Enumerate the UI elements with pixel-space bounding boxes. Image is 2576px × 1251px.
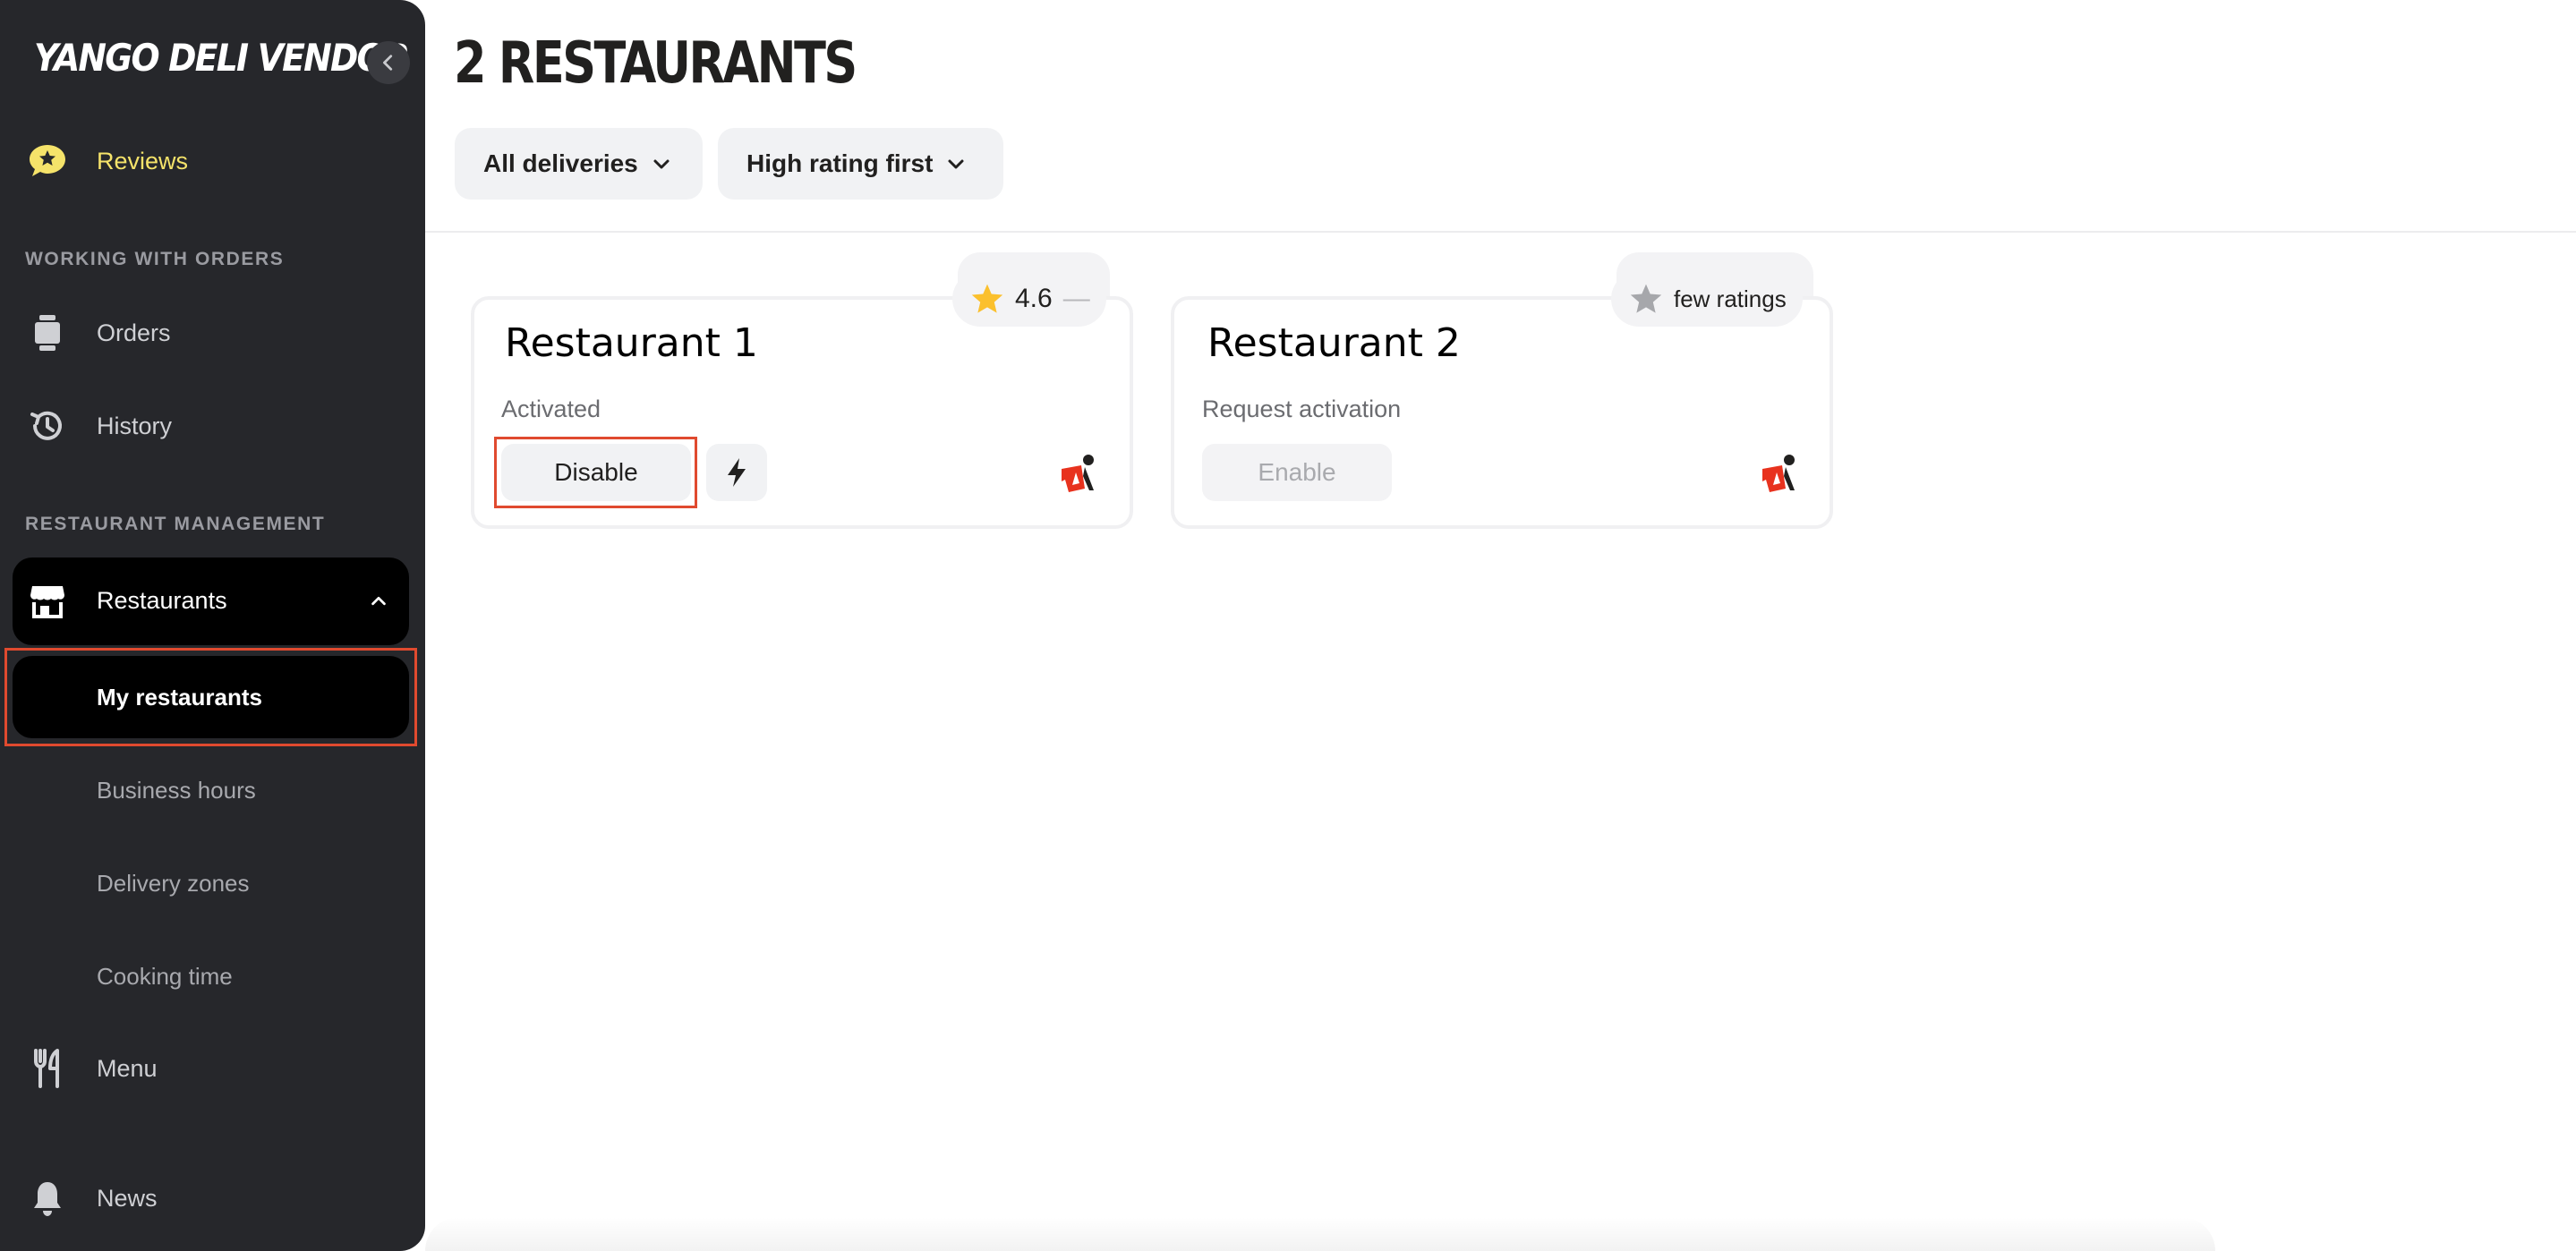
page-title: 2 RESTAURANTS <box>454 30 857 97</box>
restaurant-status: Activated <box>501 396 601 422</box>
collapse-sidebar-button[interactable] <box>367 41 410 84</box>
bottom-shadow <box>425 1217 2215 1251</box>
dropdown-label: High rating first <box>746 149 934 177</box>
delivery-filter-dropdown[interactable]: All deliveries <box>455 128 703 200</box>
sidebar-item-business-hours[interactable]: Business hours <box>13 749 409 831</box>
star-icon <box>970 283 1004 315</box>
section-heading-management: RESTAURANT MANAGEMENT <box>25 514 326 534</box>
sidebar-item-history[interactable]: History <box>13 387 409 464</box>
orders-bag-icon <box>27 312 68 353</box>
courier-icon <box>1762 455 1795 492</box>
sidebar-item-label: Restaurants <box>97 587 227 614</box>
rating-value: few ratings <box>1674 285 1787 312</box>
sidebar-item-news[interactable]: News <box>13 1160 409 1237</box>
header-divider <box>425 231 2576 233</box>
sidebar-item-label: Cooking time <box>97 962 233 990</box>
sidebar-item-orders[interactable]: Orders <box>13 294 409 371</box>
sidebar-item-cooking-time[interactable]: Cooking time <box>13 935 409 1017</box>
fork-knife-icon <box>27 1048 68 1089</box>
restaurant-name: Restaurant 1 <box>505 320 758 366</box>
sidebar-item-label: News <box>97 1184 158 1212</box>
storefront-icon <box>27 581 68 622</box>
rating-value: 4.6 <box>1015 284 1053 313</box>
sidebar-item-label: Delivery zones <box>97 869 250 897</box>
sidebar-item-label: History <box>97 412 173 439</box>
restaurant-status: Request activation <box>1202 396 1402 422</box>
courier-icon <box>1062 455 1094 492</box>
rating-dash: — <box>1062 284 1090 313</box>
sidebar-item-my-restaurants[interactable]: My restaurants <box>13 656 409 738</box>
sidebar-item-reviews[interactable]: Reviews <box>13 123 409 200</box>
sidebar-item-label: Business hours <box>97 776 256 804</box>
sidebar-item-restaurants[interactable]: Restaurants <box>13 557 409 645</box>
chevron-left-icon <box>383 55 393 71</box>
bell-icon <box>27 1178 68 1219</box>
restaurant-name: Restaurant 2 <box>1207 320 1461 366</box>
review-star-icon <box>27 140 68 182</box>
enable-button[interactable]: Enable <box>1202 444 1392 501</box>
sort-dropdown[interactable]: High rating first <box>718 128 1003 200</box>
history-clock-icon <box>27 405 68 447</box>
chevron-up-icon <box>371 596 386 606</box>
sidebar-item-label: My restaurants <box>97 683 262 711</box>
sidebar-item-label: Menu <box>97 1054 158 1082</box>
sidebar-item-label: Orders <box>97 319 171 346</box>
chevron-down-icon <box>945 153 967 174</box>
lightning-icon <box>728 458 746 487</box>
chevron-down-icon <box>651 153 672 174</box>
sidebar-item-menu[interactable]: Menu <box>13 1030 409 1107</box>
star-icon <box>1629 283 1663 315</box>
disable-button[interactable]: Disable <box>501 444 691 501</box>
sidebar-item-label: Reviews <box>97 147 189 174</box>
rating-badge: 4.6 — <box>952 271 1106 327</box>
sidebar-item-delivery-zones[interactable]: Delivery zones <box>13 842 409 924</box>
app-logo: YANGO DELI VENDOR <box>34 36 410 80</box>
rating-badge: few ratings <box>1611 271 1803 327</box>
dropdown-label: All deliveries <box>483 149 638 177</box>
boost-button[interactable] <box>706 444 767 501</box>
sidebar: YANGO DELI VENDOR Reviews WORKING WITH O… <box>0 0 425 1251</box>
section-heading-orders: WORKING WITH ORDERS <box>25 249 285 269</box>
